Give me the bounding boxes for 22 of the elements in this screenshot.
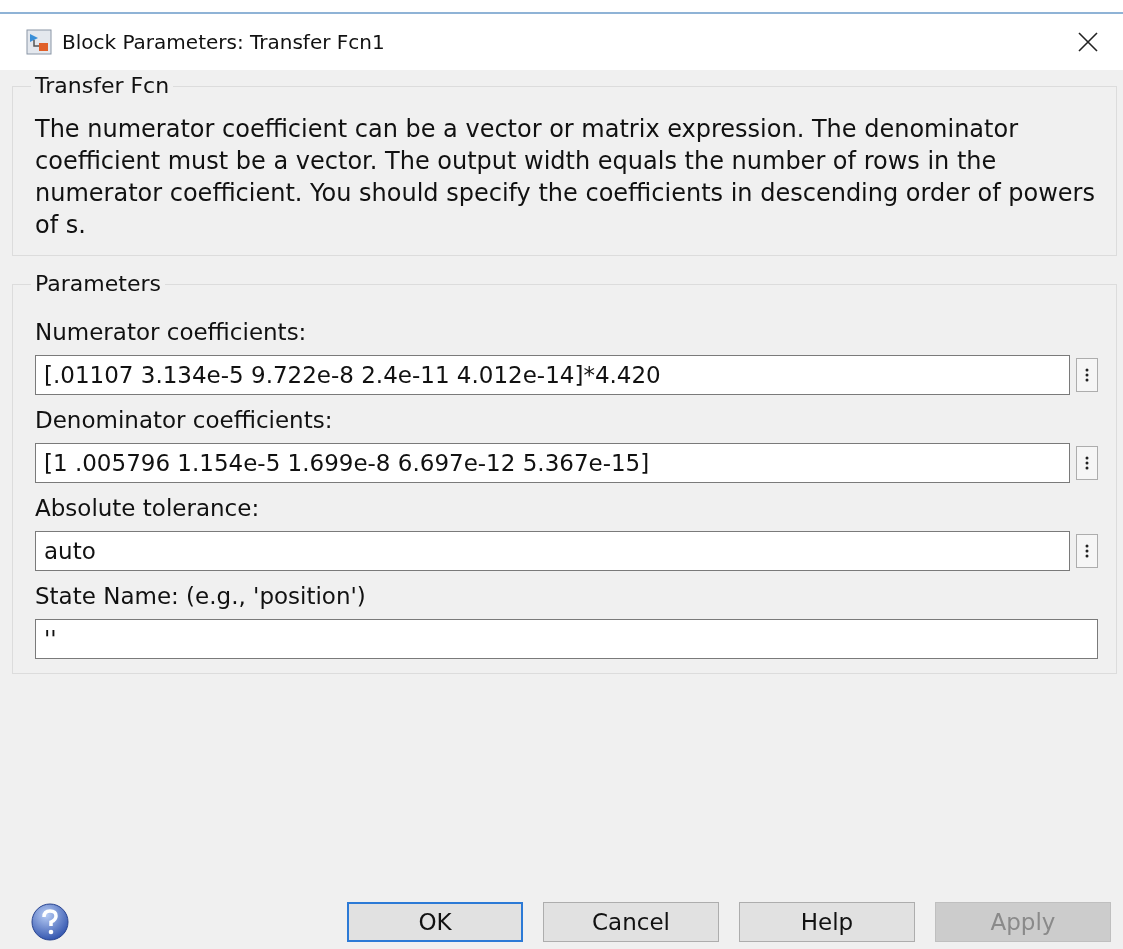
more-icon — [1085, 368, 1089, 382]
options-button[interactable] — [1076, 358, 1098, 392]
dialog-button[interactable]: Help — [739, 902, 915, 942]
input-field[interactable]: auto — [35, 531, 1070, 571]
more-icon — [1085, 544, 1089, 558]
input-field[interactable]: '' — [35, 619, 1098, 659]
more-icon — [1085, 456, 1089, 470]
field-label: State Name: (e.g., 'position') — [35, 582, 367, 611]
window-title: Block Parameters: Transfer Fcn1 — [62, 30, 386, 54]
input-field[interactable]: [.01107 3.134e-5 9.722e-8 2.4e-11 4.012e-14]*4.420 — [35, 355, 1070, 395]
block-icon — [26, 29, 52, 55]
field-label: Denominator coefficients: — [35, 406, 334, 435]
close-icon[interactable] — [1077, 31, 1099, 53]
dialog-button[interactable]: Cancel — [543, 902, 719, 942]
help-icon[interactable] — [30, 902, 70, 942]
description-text: The numerator coefficient can be a vector or matrix expression. The denominator coefficient must be a vector. The output width equals the number of rows in the numerator coefficient. You should specify the coefficients in descending order of powers of s. — [35, 114, 1096, 241]
input-field[interactable]: [1 .005796 1.154e-5 1.699e-8 6.697e-12 5.367e-15] — [35, 443, 1070, 483]
field-label: Absolute tolerance: — [35, 494, 261, 523]
options-button[interactable] — [1076, 534, 1098, 568]
dialog-button[interactable]: OK — [347, 902, 523, 942]
field-label: Numerator coefficients: — [35, 318, 308, 347]
options-button[interactable] — [1076, 446, 1098, 480]
